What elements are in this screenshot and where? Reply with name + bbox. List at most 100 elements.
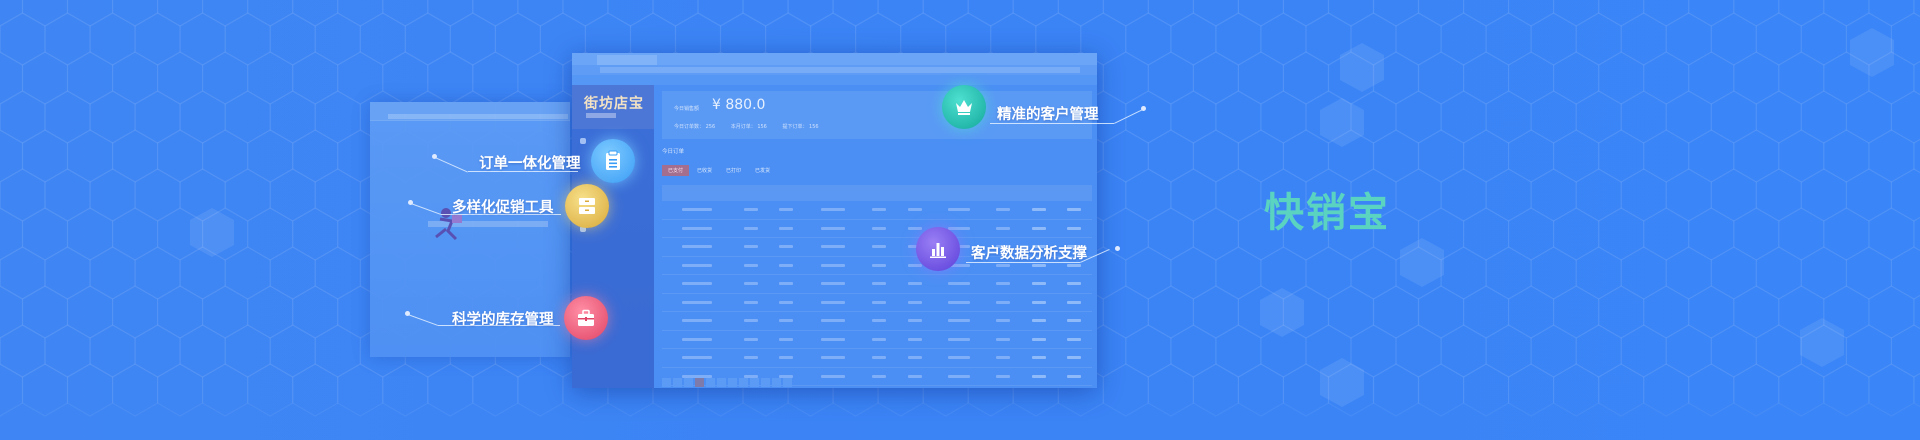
blurred-text xyxy=(907,374,922,378)
blurred-text xyxy=(907,263,922,267)
table-row[interactable] xyxy=(662,274,1092,294)
table-cell xyxy=(662,330,733,349)
table-cell xyxy=(896,367,933,386)
tab-paid[interactable]: 已支付 xyxy=(662,165,690,176)
table-cell xyxy=(732,256,769,275)
blurred-text xyxy=(820,374,845,378)
blurred-text xyxy=(820,337,845,341)
table-row[interactable] xyxy=(662,219,1092,238)
table-cell xyxy=(803,274,862,294)
blurred-text xyxy=(1031,300,1046,304)
blurred-text xyxy=(947,374,970,378)
table-cell xyxy=(662,219,733,238)
table-row[interactable] xyxy=(662,293,1092,312)
page-button[interactable] xyxy=(761,378,770,387)
blurred-text xyxy=(907,300,922,304)
blurred-text xyxy=(872,245,887,249)
column-header xyxy=(1056,185,1092,201)
blurred-text xyxy=(820,282,845,286)
url-field[interactable] xyxy=(600,67,1080,73)
blurred-text xyxy=(743,356,758,360)
blurred-text xyxy=(682,226,713,230)
blurred-text xyxy=(682,300,713,304)
tab-received[interactable]: 已收货 xyxy=(691,165,718,176)
table-cell xyxy=(985,274,1021,294)
blurred-text xyxy=(1067,263,1082,267)
blurred-text xyxy=(1031,208,1046,212)
sidebar-item-home[interactable] xyxy=(580,137,589,144)
blurred-text xyxy=(1067,319,1082,323)
blurred-text xyxy=(1067,208,1082,212)
today-sales-amount: ¥ 880.0 xyxy=(712,97,766,113)
brand-title: 快销宝 xyxy=(1264,190,1390,236)
briefcase-icon xyxy=(564,296,608,340)
browser-tab[interactable] xyxy=(597,55,657,65)
table-cell xyxy=(662,348,733,368)
blurred-text xyxy=(743,208,758,212)
table-cell xyxy=(732,237,769,257)
blurred-text xyxy=(872,319,887,323)
table-cell xyxy=(768,237,804,257)
page-button[interactable] xyxy=(695,378,704,387)
table-cell xyxy=(732,274,769,294)
blurred-text xyxy=(947,300,970,304)
table-cell xyxy=(985,330,1021,349)
blurred-text xyxy=(820,226,845,230)
table-cell xyxy=(1056,348,1092,368)
table-cell xyxy=(1021,330,1057,349)
table-cell xyxy=(896,348,933,368)
table-cell xyxy=(1021,274,1057,294)
table-cell xyxy=(985,348,1021,368)
app-content: 今日销售额 ¥ 880.0 今日订单数： 256 本月订单： 156 提下订单：… xyxy=(654,85,1097,388)
column-header xyxy=(732,185,769,201)
page-button[interactable] xyxy=(717,378,726,387)
page-button[interactable] xyxy=(662,378,671,387)
blurred-text xyxy=(743,282,758,286)
blurred-text xyxy=(996,282,1011,286)
blurred-text xyxy=(682,245,713,249)
page-button[interactable] xyxy=(706,378,715,387)
table-cell xyxy=(803,311,862,331)
stat-month-orders: 本月订单： 156 xyxy=(730,124,767,130)
page-button[interactable] xyxy=(673,378,682,387)
table-cell xyxy=(932,330,986,349)
orders-table xyxy=(662,185,1092,386)
page-button[interactable] xyxy=(783,378,792,387)
table-cell xyxy=(985,367,1021,386)
blurred-text xyxy=(1031,282,1046,286)
table-row[interactable] xyxy=(662,201,1092,220)
table-row[interactable] xyxy=(662,330,1092,349)
blurred-text xyxy=(743,300,758,304)
blurred-text xyxy=(996,337,1011,341)
blurred-text xyxy=(947,226,970,230)
blurred-text xyxy=(820,245,845,249)
table-cell xyxy=(861,348,897,368)
table-cell xyxy=(662,237,733,257)
table-cell xyxy=(861,219,897,238)
table-row[interactable] xyxy=(662,348,1092,368)
blurred-text xyxy=(1031,263,1046,267)
page-button[interactable] xyxy=(739,378,748,387)
blurred-text xyxy=(682,356,713,360)
table-cell xyxy=(803,293,862,312)
blurred-text xyxy=(1067,356,1082,360)
blurred-text xyxy=(996,319,1011,323)
tab-shipped[interactable]: 已发货 xyxy=(749,165,776,176)
home-icon xyxy=(580,137,586,144)
blurred-text xyxy=(743,226,758,230)
blurred-text xyxy=(743,245,758,249)
callout-dot xyxy=(1141,106,1146,111)
page-button[interactable] xyxy=(728,378,737,387)
page-button[interactable] xyxy=(772,378,781,387)
table-row[interactable] xyxy=(662,311,1092,331)
page-button[interactable] xyxy=(750,378,759,387)
page-button[interactable] xyxy=(684,378,693,387)
blurred-text xyxy=(682,337,713,341)
callout-leader-line xyxy=(990,123,1114,124)
table-cell xyxy=(932,293,986,312)
tab-printed[interactable]: 已打印 xyxy=(720,165,747,176)
blurred-text xyxy=(779,337,794,341)
table-cell xyxy=(768,219,804,238)
callout-leader-line xyxy=(966,262,1080,263)
column-header xyxy=(803,185,862,201)
